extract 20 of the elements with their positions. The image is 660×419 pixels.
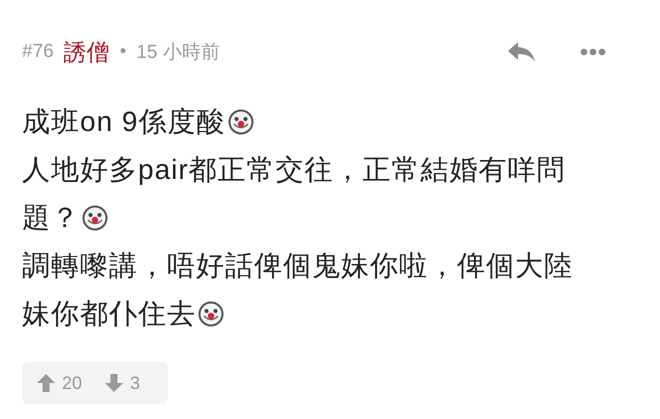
separator-dot: • bbox=[120, 41, 126, 63]
reply-button[interactable] bbox=[506, 40, 536, 64]
clown-emoji-icon bbox=[82, 205, 108, 231]
post-time: 15 小時前 bbox=[136, 41, 220, 65]
down-arrow-icon bbox=[104, 373, 124, 393]
more-icon bbox=[580, 48, 606, 56]
up-arrow-icon bbox=[36, 373, 56, 393]
downvote-button[interactable]: 3 bbox=[104, 372, 140, 394]
clown-emoji-icon bbox=[228, 109, 254, 135]
post-text: 成班on 9係度酸 bbox=[22, 105, 226, 139]
post-number: #76 bbox=[22, 41, 54, 63]
reply-icon bbox=[506, 40, 536, 64]
author-name[interactable]: 誘僧 bbox=[64, 36, 110, 68]
clown-emoji-icon bbox=[198, 301, 224, 327]
post-text: 人地好多pair都正常交往，正常結婚有咩問 bbox=[22, 153, 566, 187]
post-text: 妹你都仆住去 bbox=[22, 297, 196, 331]
more-button[interactable] bbox=[580, 48, 606, 56]
post-text: 調轉嚟講，唔好話俾個鬼妹你啦，俾個大陸 bbox=[22, 249, 573, 283]
upvote-button[interactable]: 20 bbox=[36, 372, 82, 394]
post-text: 題？ bbox=[22, 201, 80, 235]
